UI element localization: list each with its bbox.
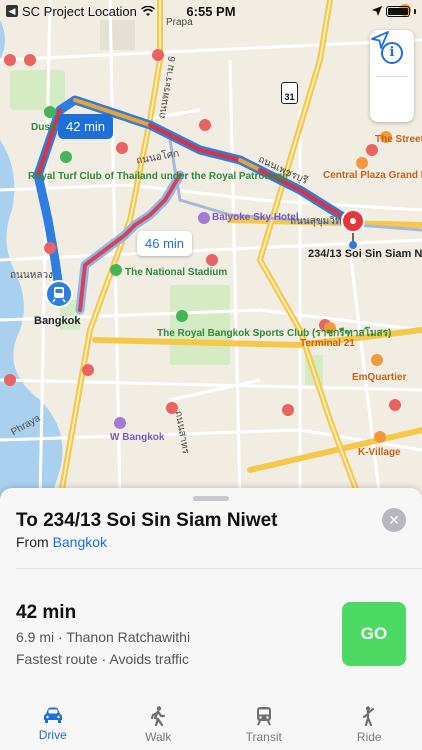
ride-icon bbox=[363, 706, 375, 726]
highway-shield: 31 bbox=[281, 82, 298, 104]
route-detail: 6.9 mi · Thanon Ratchawithi bbox=[16, 629, 191, 645]
close-button[interactable]: ✕ bbox=[382, 508, 406, 532]
map-label-w-bangkok[interactable]: W Bangkok bbox=[110, 432, 164, 443]
tab-transit-label: Transit bbox=[245, 730, 282, 744]
status-bar: ◀ SC Project Location 6:55 PM bbox=[0, 0, 422, 22]
map-label-baiyoke[interactable]: Baiyoke Sky Hotel bbox=[212, 212, 299, 223]
status-time: 6:55 PM bbox=[186, 3, 236, 19]
train-icon bbox=[256, 707, 271, 726]
origin-station-icon[interactable] bbox=[45, 280, 73, 308]
transport-mode-tabbar: Drive Walk Transit Ride bbox=[0, 698, 422, 750]
sheet-grabber[interactable] bbox=[193, 496, 229, 501]
origin-link[interactable]: Bangkok bbox=[53, 534, 107, 550]
walk-icon bbox=[151, 706, 166, 726]
car-icon bbox=[43, 707, 62, 723]
map-label-k-village[interactable]: K-Village bbox=[358, 447, 401, 458]
track-location-button[interactable] bbox=[370, 31, 414, 123]
tab-drive-label: Drive bbox=[38, 728, 67, 742]
location-services-icon bbox=[372, 6, 382, 16]
map-label-central-plaza[interactable]: Central Plaza Grand Rama 9 bbox=[323, 170, 422, 181]
directions-sheet[interactable]: To 234/13 Soi Sin Siam Niwet From Bangko… bbox=[0, 488, 422, 750]
map-label-national-stadium[interactable]: The National Stadium bbox=[125, 267, 227, 278]
tab-ride-label: Ride bbox=[356, 730, 382, 744]
map-label-dusit[interactable]: Dusit bbox=[31, 122, 56, 133]
origin-line: From Bangkok bbox=[16, 534, 107, 550]
tab-walk[interactable]: Walk bbox=[106, 698, 212, 750]
map-controls: i bbox=[370, 30, 414, 122]
route-bubble-selected[interactable]: 42 min bbox=[58, 114, 114, 139]
map-label-road-sukhumvit: ถนนสุขุมวิท bbox=[290, 216, 342, 227]
destination-title: To 234/13 Soi Sin Siam Niwet bbox=[16, 510, 278, 531]
close-icon: ✕ bbox=[388, 512, 400, 528]
map-label-royal-turf-club[interactable]: Royal Turf Club of Thailand under the Ro… bbox=[28, 171, 288, 182]
route-bubble-alternate[interactable]: 46 min bbox=[137, 231, 193, 256]
battery-icon bbox=[386, 5, 410, 17]
highway-number: 31 bbox=[284, 92, 295, 102]
route-time[interactable]: 42 min bbox=[16, 602, 76, 624]
tab-transit[interactable]: Transit bbox=[211, 698, 317, 750]
tab-drive[interactable]: Drive bbox=[0, 698, 106, 750]
map-label-the-street[interactable]: The Street bbox=[375, 134, 422, 145]
destination-pin-icon[interactable] bbox=[340, 208, 366, 250]
map-label-emquartier[interactable]: EmQuartier bbox=[352, 372, 406, 383]
from-prefix: From bbox=[16, 534, 49, 550]
map-view[interactable]: 31 Prapa Dusit Royal Turf Club of Thaila… bbox=[0, 0, 422, 500]
go-button[interactable]: GO bbox=[342, 602, 406, 666]
sheet-divider bbox=[16, 568, 422, 569]
battery-cap bbox=[414, 8, 416, 14]
tab-walk-label: Walk bbox=[145, 730, 172, 744]
map-label-sports-club[interactable]: The Royal Bangkok Sports Club (ราชกรีฑาส… bbox=[157, 328, 391, 339]
map-label-terminal21[interactable]: Terminal 21 bbox=[300, 338, 355, 349]
map-label-bangkok[interactable]: Bangkok bbox=[34, 315, 80, 327]
tab-ride[interactable]: Ride bbox=[317, 698, 422, 750]
location-arrow-icon bbox=[371, 31, 389, 49]
route-note: Fastest route · Avoids traffic bbox=[16, 651, 190, 667]
